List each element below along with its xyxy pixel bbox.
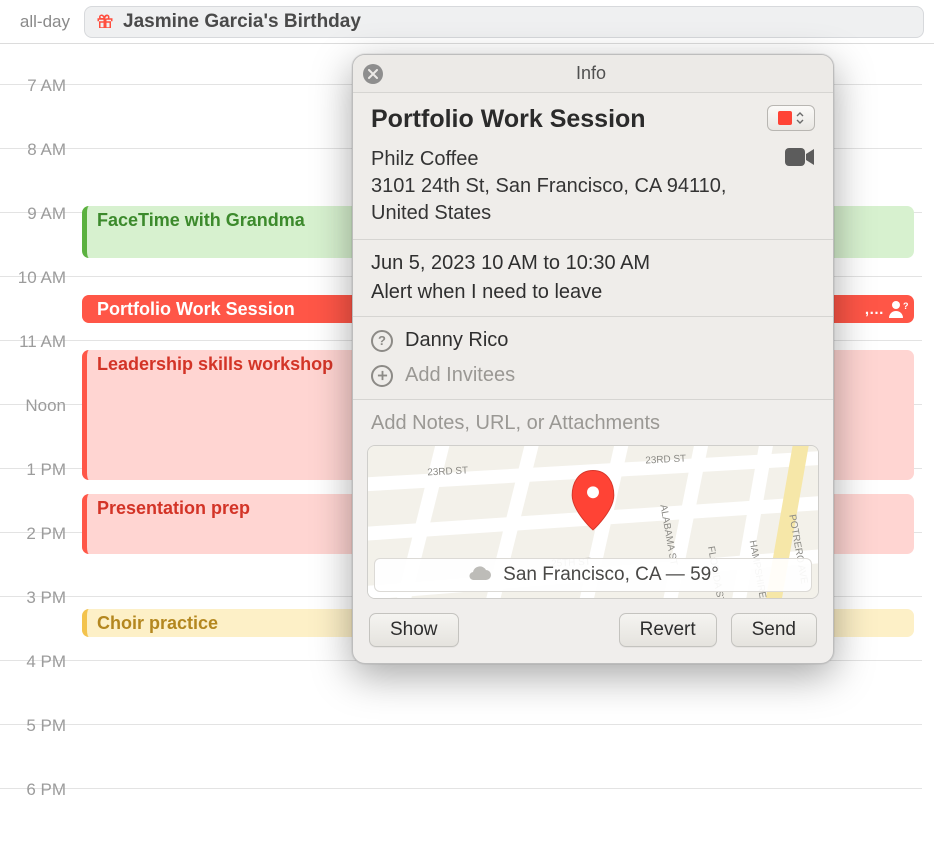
send-button[interactable]: Send — [731, 613, 817, 647]
calendar-color-swatch — [778, 111, 792, 125]
datetime-line: Jun 5, 2023 10 AM to 10:30 AM — [371, 252, 815, 275]
hour-label: 10 AM — [0, 268, 74, 288]
weather-location-temp: San Francisco, CA — 59° — [503, 564, 719, 586]
calendar-event-title: Leadership skills workshop — [97, 354, 333, 374]
hour-label: 5 PM — [0, 716, 74, 736]
invitee-name[interactable]: Danny Rico — [405, 329, 508, 352]
location-name: Philz Coffee — [371, 148, 478, 170]
invitees-section: ? Danny Rico Add Invitees — [353, 317, 833, 400]
all-day-event[interactable]: Jasmine Garcia's Birthday — [84, 6, 924, 38]
location-field[interactable]: Philz Coffee 3101 24th St, San Francisco… — [371, 146, 773, 227]
plus-circle-icon — [371, 365, 393, 387]
hour-label: 1 PM — [0, 460, 74, 480]
show-button[interactable]: Show — [369, 613, 459, 647]
gift-icon — [95, 12, 115, 32]
notes-placeholder[interactable]: Add Notes, URL, or Attachments — [353, 400, 833, 439]
svg-text:?: ? — [903, 301, 909, 311]
street-label: 23RD ST — [645, 453, 686, 466]
calendar-event-title: Portfolio Work Session — [97, 299, 295, 319]
hour-line: 5 PM — [0, 724, 922, 788]
add-invitees-button[interactable]: Add Invitees — [371, 364, 815, 387]
hour-label: 2 PM — [0, 524, 74, 544]
weather-bar: San Francisco, CA — 59° — [374, 558, 812, 592]
calendar-color-picker[interactable] — [767, 105, 815, 131]
revert-button[interactable]: Revert — [619, 613, 717, 647]
popover-header: Info — [353, 55, 833, 93]
question-circle-icon: ? — [371, 330, 393, 352]
video-camera-icon[interactable] — [785, 146, 815, 168]
location-map[interactable]: 23RD ST 23RD ST 25TH ST ALABAMA ST FLORI… — [367, 445, 819, 599]
hour-label: 8 AM — [0, 140, 74, 160]
hour-label: 11 AM — [0, 332, 74, 352]
all-day-label: all-day — [0, 12, 78, 32]
hour-label: 4 PM — [0, 652, 74, 672]
hour-label: 6 PM — [0, 780, 74, 800]
cloud-icon — [467, 563, 493, 587]
hour-label: 3 PM — [0, 588, 74, 608]
title-section: Portfolio Work Session Philz Coffee 3101… — [353, 93, 833, 240]
event-title-field[interactable]: Portfolio Work Session — [371, 105, 757, 134]
datetime-section[interactable]: Jun 5, 2023 10 AM to 10:30 AM Alert when… — [353, 240, 833, 317]
calendar-event-title: FaceTime with Grandma — [97, 210, 305, 230]
hour-label: Noon — [0, 396, 74, 416]
hour-label: 7 AM — [0, 76, 74, 96]
hour-line: 6 PM — [0, 788, 922, 852]
event-info-popover: Info Portfolio Work Session Philz Coffee… — [352, 54, 834, 664]
all-day-row: all-day Jasmine Garcia's Birthday — [0, 0, 934, 44]
calendar-event-title: Choir practice — [97, 613, 218, 633]
hour-label: 9 AM — [0, 204, 74, 224]
alert-line: Alert when I need to leave — [371, 281, 815, 304]
calendar-event-title: Presentation prep — [97, 498, 250, 518]
add-invitees-label: Add Invitees — [405, 364, 515, 387]
location-address: 3101 24th St, San Francisco, CA 94110, U… — [371, 175, 726, 224]
popover-title: Info — [363, 63, 819, 84]
street-label: 23RD ST — [427, 465, 468, 478]
invitee-status-badge: ,…? — [865, 298, 910, 320]
action-button-row: Show Revert Send — [353, 599, 833, 663]
chevron-updown-icon — [796, 112, 804, 124]
all-day-event-title: Jasmine Garcia's Birthday — [123, 11, 361, 33]
hour-line: 4 PM — [0, 660, 922, 724]
notes-and-map-section: Add Notes, URL, or Attachments — [353, 400, 833, 663]
